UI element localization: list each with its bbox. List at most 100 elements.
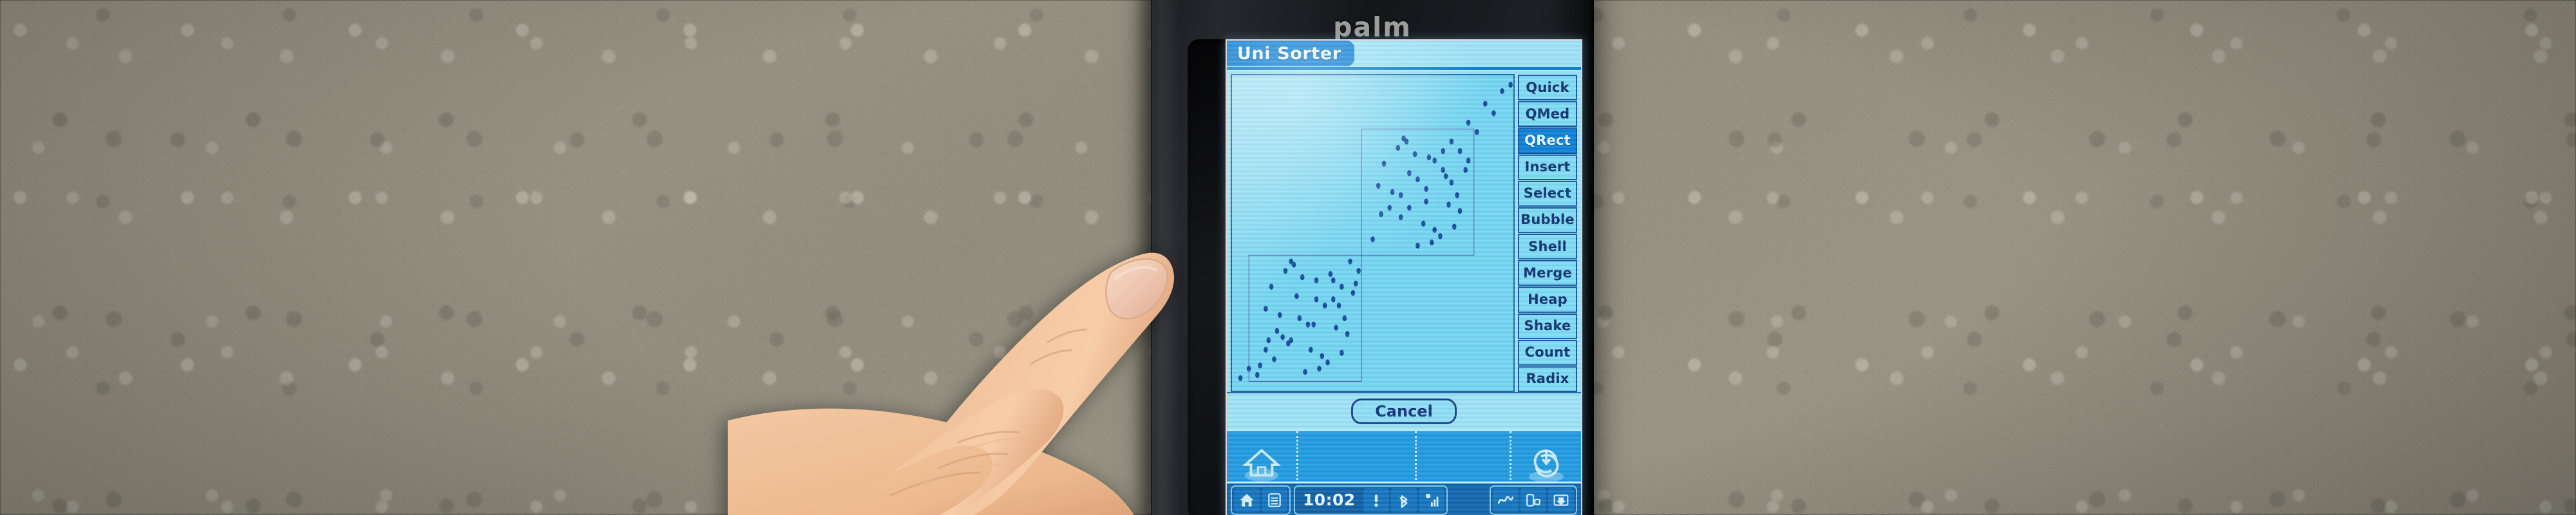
algorithm-button-bubble[interactable]: Bubble	[1518, 207, 1577, 234]
data-point-partition-left	[1274, 328, 1280, 334]
algorithm-button-qmed[interactable]: QMed	[1518, 101, 1577, 127]
data-point-partition-left	[1314, 277, 1319, 284]
status-clock[interactable]: 10:02	[1297, 487, 1361, 512]
algorithm-button-select[interactable]: Select	[1518, 180, 1577, 207]
algorithm-button-shake[interactable]: Shake	[1518, 313, 1577, 339]
data-point-partition-left	[1342, 315, 1347, 321]
algorithm-button-list[interactable]: Quick QMed QRect Insert Select Bubble Shell Mer…	[1518, 74, 1577, 393]
data-point-partition-right	[1429, 239, 1434, 246]
status-waveform-button[interactable]	[1493, 487, 1519, 512]
data-point-sorted	[1272, 356, 1276, 362]
data-point-partition-right	[1370, 236, 1375, 243]
algorithm-button-count[interactable]: Count	[1518, 339, 1577, 366]
algorithm-button-insert[interactable]: Insert	[1518, 154, 1577, 180]
sync-icon[interactable]	[1525, 444, 1567, 484]
waveform-icon	[1497, 496, 1514, 504]
beam-mail-icon	[1553, 494, 1569, 506]
status-signal-indicator[interactable]	[1418, 487, 1444, 512]
data-point-partition-right	[1396, 145, 1401, 151]
algorithm-button-radix[interactable]: Radix	[1518, 366, 1577, 393]
data-point-partition-right	[1457, 208, 1463, 214]
status-menu-button[interactable]	[1262, 487, 1287, 512]
data-point-partition-right	[1463, 167, 1468, 173]
signal-icon	[1425, 493, 1438, 507]
algorithm-button-shell[interactable]: Shell	[1518, 234, 1577, 260]
data-point-sorted	[1255, 371, 1260, 379]
data-point-partition-left	[1336, 303, 1341, 309]
status-left-group	[1231, 485, 1291, 515]
data-point-sorted	[1348, 258, 1352, 265]
data-point-partition-right	[1424, 198, 1428, 205]
data-point-sorted	[1322, 303, 1327, 309]
data-point-partition-left	[1328, 271, 1333, 277]
data-point-sorted	[1297, 315, 1302, 321]
app-title-tab[interactable]: Uni Sorter	[1227, 41, 1354, 66]
data-point-sorted	[1457, 147, 1463, 154]
data-point-sorted	[1331, 277, 1336, 284]
app-title-text: Uni Sorter	[1237, 43, 1341, 64]
data-point-partition-left	[1354, 280, 1358, 287]
data-point-sorted	[1264, 346, 1268, 353]
data-point-partition-right	[1441, 147, 1446, 154]
data-point-sorted	[1432, 157, 1437, 164]
data-point-partition-right	[1421, 220, 1426, 227]
data-point-sorted	[1424, 185, 1428, 192]
data-point-sorted	[1416, 176, 1420, 183]
status-device-link-button[interactable]	[1520, 487, 1546, 512]
lcd-screen[interactable]: Uni Sorter Quick QMed QRect Insert Select Bub…	[1227, 41, 1581, 515]
data-point-partition-left	[1264, 305, 1268, 312]
home-icon	[1240, 493, 1254, 507]
data-point-sorted	[1238, 375, 1243, 382]
partition-boxes	[1249, 129, 1474, 381]
data-point-partition-right	[1452, 223, 1457, 230]
data-point-partition-left	[1320, 353, 1325, 359]
data-point-partition-right	[1407, 170, 1412, 176]
app-title-bar: Uni Sorter	[1227, 41, 1581, 70]
sort-visualization-canvas[interactable]	[1231, 74, 1515, 392]
data-point-sorted	[1449, 138, 1454, 145]
device-link-icon	[1526, 493, 1540, 507]
status-home-button[interactable]	[1234, 487, 1260, 512]
data-point-partition-left	[1294, 293, 1299, 299]
status-bar: 10:02	[1227, 482, 1581, 515]
data-point-sorted	[1508, 82, 1513, 88]
cancel-button[interactable]: Cancel	[1351, 398, 1457, 424]
bluetooth-icon	[1399, 494, 1408, 508]
data-point-sorted	[1492, 110, 1496, 117]
algorithm-button-qrect[interactable]: QRect	[1518, 127, 1577, 154]
data-point-partition-right	[1387, 205, 1392, 211]
device-cast-shadow	[1133, 0, 1157, 515]
data-point-partition-left	[1331, 296, 1336, 303]
data-point-partition-left	[1325, 359, 1330, 366]
data-point-sorted	[1314, 296, 1319, 303]
data-point-sorted	[1340, 283, 1344, 290]
data-point-partition-left	[1283, 268, 1288, 274]
data-point-partition-left	[1289, 258, 1294, 265]
data-point-partition-left	[1278, 312, 1282, 319]
data-point-partition-left	[1317, 366, 1321, 372]
status-right-group	[1490, 485, 1577, 515]
data-point-partition-left	[1266, 337, 1271, 344]
status-bluetooth-button[interactable]	[1390, 487, 1417, 512]
data-point-sorted	[1500, 88, 1504, 95]
data-point-partition-right	[1446, 201, 1451, 208]
status-alert-button[interactable]	[1363, 487, 1389, 512]
data-point-partition-right	[1416, 242, 1420, 249]
data-point-sorted	[1356, 268, 1361, 274]
data-point-partition-right	[1398, 214, 1403, 221]
data-point-partition-left	[1334, 324, 1338, 331]
algorithm-button-merge[interactable]: Merge	[1518, 260, 1577, 286]
data-point-partition-left	[1258, 362, 1262, 369]
data-point-partition-right	[1443, 173, 1448, 180]
scatter-plot-svg	[1238, 82, 1513, 391]
algorithm-button-quick[interactable]: Quick	[1518, 75, 1577, 101]
screenshot-stage: palm Uni Sorter Quick QMed QRect Insert Sele…	[0, 0, 2576, 515]
data-point-partition-right	[1438, 233, 1443, 239]
home-icon[interactable]	[1240, 444, 1283, 484]
status-beam-button[interactable]	[1548, 487, 1574, 512]
data-point-partition-left	[1309, 346, 1313, 353]
data-point-partition-left	[1350, 290, 1356, 296]
data-point-partition-left	[1303, 368, 1307, 375]
algorithm-button-heap[interactable]: Heap	[1518, 286, 1577, 313]
data-point-sorted	[1305, 321, 1311, 328]
